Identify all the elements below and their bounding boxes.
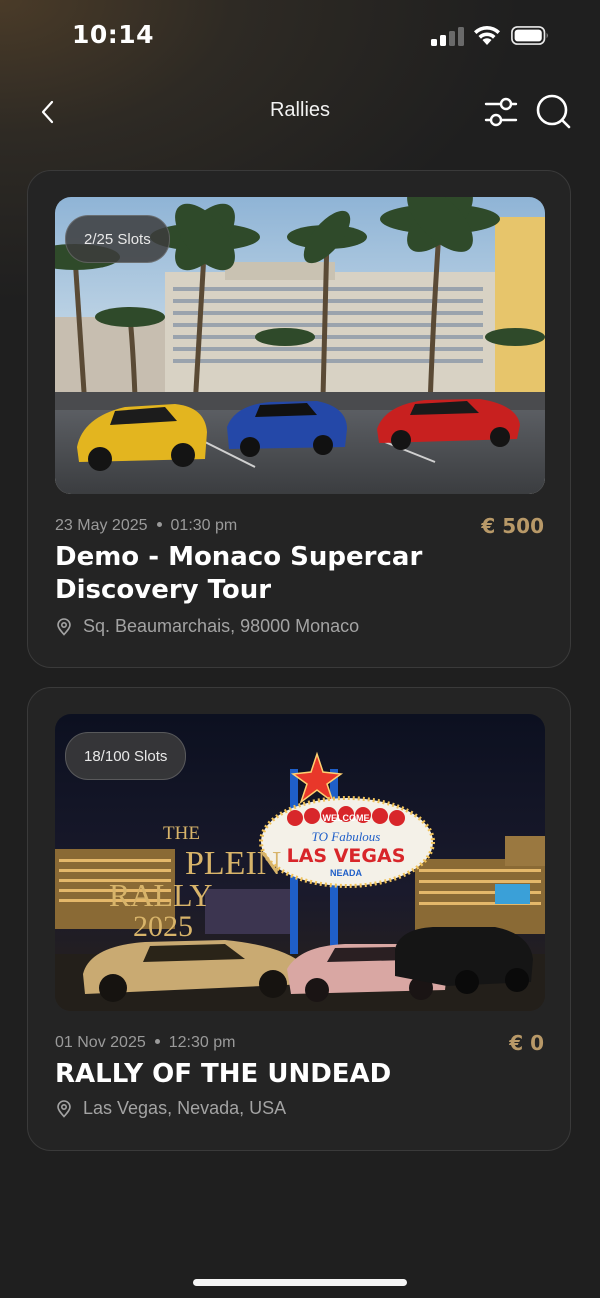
navigation-bar: Rallies — [0, 80, 600, 142]
rally-location-text: Las Vegas, Nevada, USA — [83, 1098, 287, 1118]
rally-image: WELCOME TO Fabulous LAS VEGAS NEADA THE … — [55, 714, 545, 1011]
home-indicator[interactable] — [193, 1279, 407, 1286]
rally-title: Demo - Monaco Supercar Discovery Tour — [55, 542, 423, 605]
battery-icon — [511, 26, 548, 45]
sign-nevada: NEADA — [330, 868, 363, 878]
sign-to-fabulous: TO Fabulous — [312, 829, 381, 844]
rally-datetime: 01 Nov 2025 12:30 pm — [55, 1034, 235, 1052]
rally-location: Sq. Beaumarchais, 98000 Monaco — [55, 616, 359, 637]
status-bar: 10:14 — [0, 0, 600, 70]
slots-badge: 2/25 Slots — [65, 215, 170, 263]
rally-datetime: 23 May 2025 01:30 pm — [55, 517, 237, 535]
rally-title: RALLY OF THE UNDEAD — [55, 1059, 392, 1089]
sign-welcome: WELCOME — [323, 813, 370, 823]
rally-location-text: Sq. Beaumarchais, 98000 Monaco — [83, 616, 360, 636]
status-time: 10:14 — [72, 20, 155, 49]
image-text-rally: RALLY — [109, 877, 212, 913]
image-text-year: 2025 — [133, 910, 193, 943]
rally-price: € 500 — [481, 514, 544, 538]
rally-time: 01:30 pm — [170, 517, 238, 534]
filter-button[interactable] — [482, 93, 520, 131]
separator-dot — [154, 1038, 160, 1044]
search-button[interactable] — [534, 92, 574, 132]
cellular-signal-icon — [431, 26, 465, 46]
wifi-icon — [474, 25, 500, 45]
sliders-icon — [484, 97, 518, 127]
rally-date: 01 Nov 2025 — [55, 1034, 146, 1051]
rally-image: 2/25 Slots — [55, 197, 545, 494]
image-text-the: THE — [163, 823, 200, 844]
location-pin-icon — [57, 617, 71, 636]
slots-badge: 18/100 Slots — [65, 732, 187, 780]
rally-card[interactable]: WELCOME TO Fabulous LAS VEGAS NEADA THE … — [27, 687, 571, 1151]
rally-location: Las Vegas, Nevada, USA — [55, 1098, 286, 1119]
rally-date: 23 May 2025 — [55, 517, 148, 534]
rally-time: 12:30 pm — [168, 1034, 236, 1051]
location-pin-icon — [57, 1099, 71, 1118]
rally-price: € 0 — [509, 1031, 544, 1055]
separator-dot — [156, 521, 162, 527]
rally-card[interactable]: 2/25 Slots 23 May 2025 01:30 pm € 500 Dem… — [27, 170, 571, 668]
search-icon — [536, 94, 571, 129]
sign-las-vegas: LAS VEGAS — [287, 845, 406, 867]
